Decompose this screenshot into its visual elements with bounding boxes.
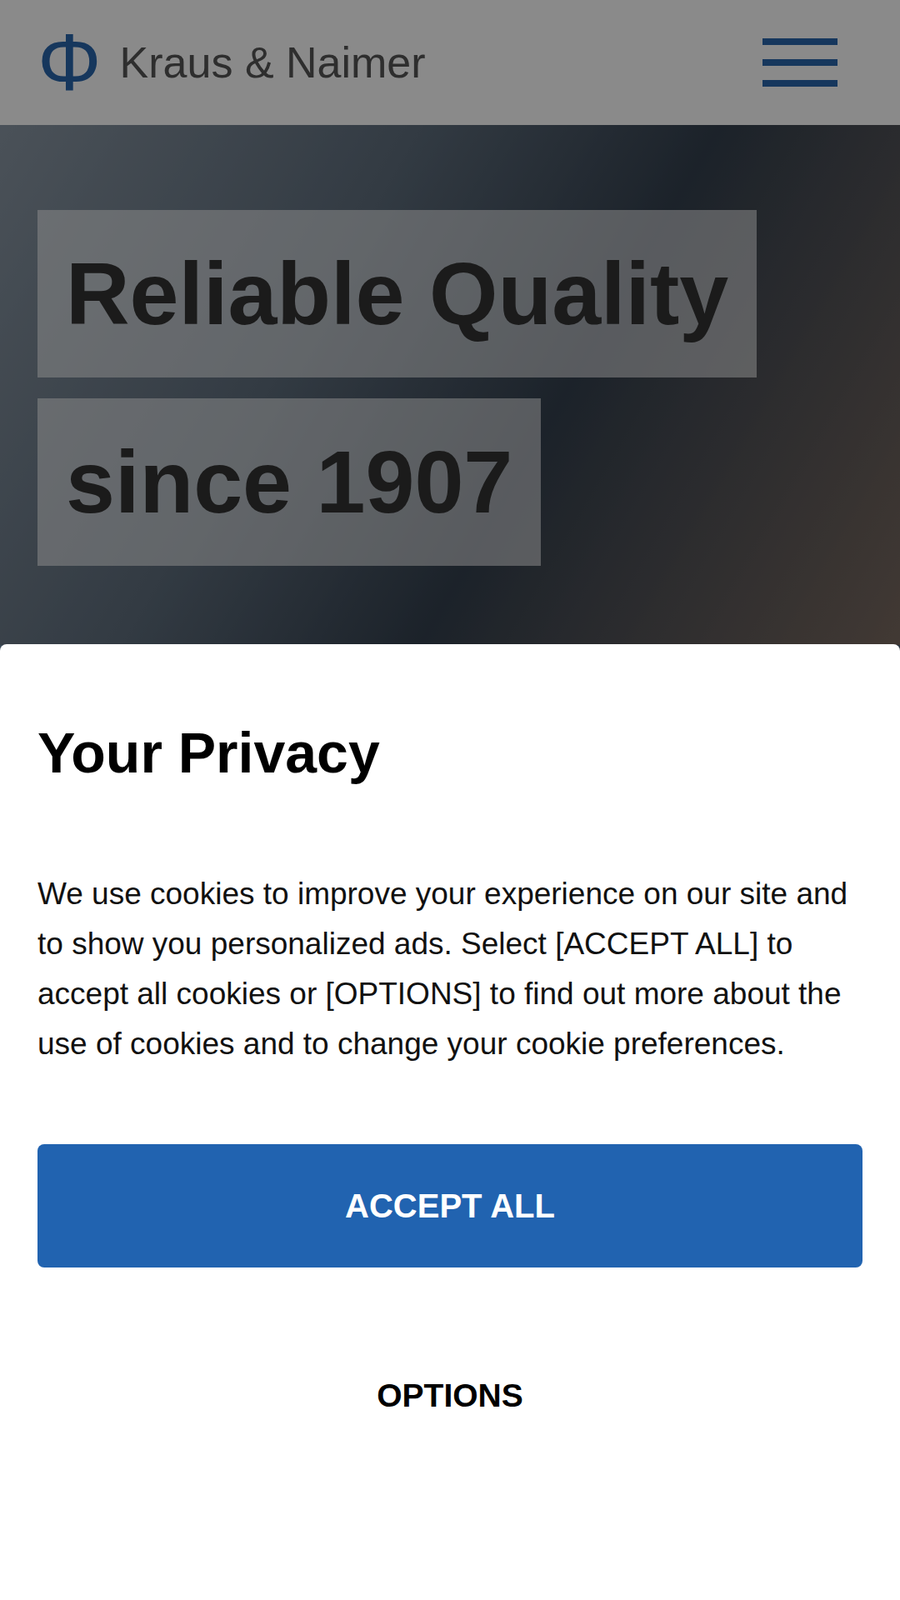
primary-button[interactable]: ACCEPT ALL	[37, 1144, 863, 1268]
dialog-title: Your Privacy	[37, 719, 863, 786]
page: Φ Kraus & Naimer Reliable Qualitysince 1…	[0, 0, 900, 1600]
dialog-text: We use cookies to improve your experienc…	[37, 869, 863, 1070]
modal-overlay	[0, 0, 900, 645]
text-button[interactable]: OPTIONS	[37, 1334, 863, 1458]
background-page: Φ Kraus & Naimer Reliable Qualitysince 1…	[0, 0, 900, 645]
privacy-dialog: Your Privacy We use cookies to improve y…	[0, 644, 900, 1600]
